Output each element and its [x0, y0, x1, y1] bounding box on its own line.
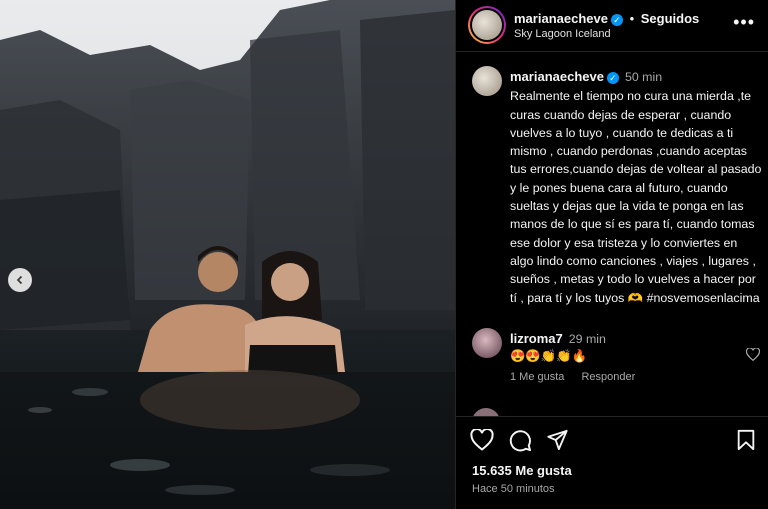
caption-username[interactable]: marianaecheve — [510, 69, 604, 84]
previous-photo-button[interactable] — [8, 268, 32, 292]
verified-badge-icon: ✓ — [610, 13, 623, 26]
more-horizontal-icon[interactable]: ••• — [733, 12, 755, 33]
chevron-left-icon — [16, 275, 23, 285]
bookmark-icon[interactable] — [736, 429, 756, 451]
post-photo — [0, 0, 455, 509]
caption-avatar[interactable] — [472, 66, 502, 96]
follow-status-button[interactable]: Seguidos — [641, 11, 700, 26]
header-separator: • — [629, 11, 635, 26]
lagoon-photo-illustration — [0, 0, 455, 509]
comment-time: 29 min — [568, 332, 606, 346]
verified-badge-icon: ✓ — [606, 71, 619, 84]
post-actions-bar: 15.635 Me gusta Hace 50 minutos — [456, 416, 768, 509]
author-username[interactable]: marianaecheve — [514, 11, 608, 26]
commenter-avatar[interactable] — [472, 328, 502, 358]
post-header: marianaecheve ✓ • Seguidos Sky Lagoon Ice… — [456, 0, 768, 52]
comment-icon[interactable] — [509, 429, 532, 452]
comment-username[interactable]: lizroma7 — [510, 331, 563, 346]
comment-heart-icon[interactable] — [746, 348, 760, 361]
heart-icon[interactable] — [470, 429, 494, 451]
like-count[interactable]: 15.635 Me gusta — [472, 463, 572, 478]
post-timestamp: Hace 50 minutos — [472, 483, 555, 495]
comment-reply-button[interactable]: Responder — [581, 371, 635, 383]
caption-text: Realmente el tiempo no cura una mierda ,… — [510, 89, 762, 305]
header-author-line: marianaecheve ✓ • Seguidos — [514, 11, 699, 26]
caption-time: 50 min — [624, 70, 663, 84]
comment-text: 😍😍👏👏🔥 — [510, 349, 588, 363]
next-comment-avatar-partial — [472, 408, 500, 416]
share-icon[interactable] — [546, 429, 569, 451]
author-avatar[interactable] — [468, 6, 506, 44]
post-location[interactable]: Sky Lagoon Iceland — [514, 28, 611, 40]
post-sidebar: marianaecheve ✓ • Seguidos Sky Lagoon Ice… — [455, 0, 768, 509]
comment-like-count[interactable]: 1 Me gusta — [510, 371, 564, 383]
